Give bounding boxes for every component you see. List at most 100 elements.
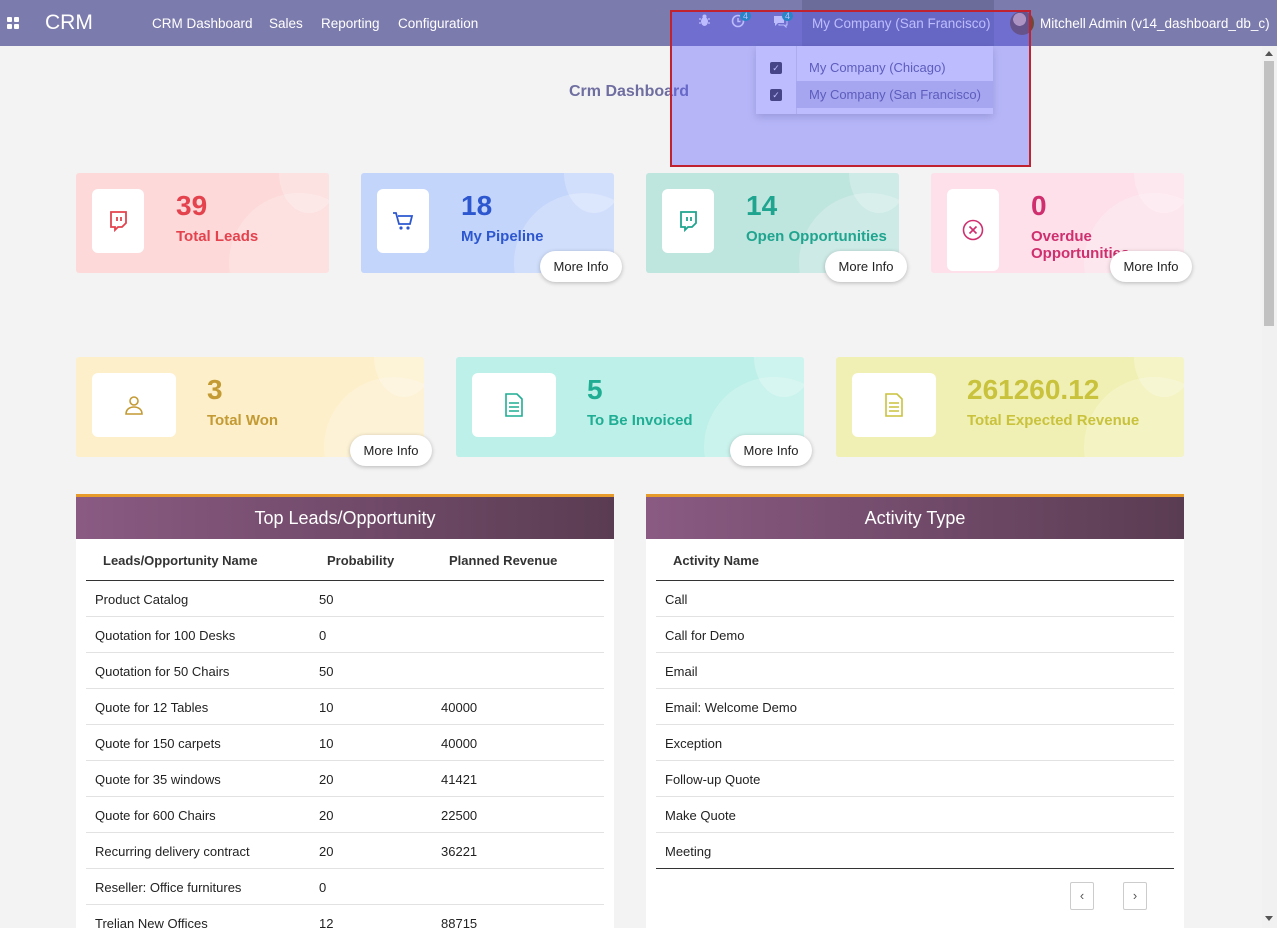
close-circle-icon (947, 189, 999, 271)
debug-bug-icon[interactable] (698, 14, 711, 30)
prev-page-button[interactable]: ‹ (1070, 882, 1094, 910)
table-row[interactable]: Meeting (656, 833, 1174, 869)
table-cell: Email: Welcome Demo (665, 700, 797, 715)
company-dropdown: ✓ My Company (Chicago) ✓ My Company (San… (756, 46, 993, 114)
kpi-value: 18 (461, 190, 493, 221)
table-cell: Quotation for 100 Desks (95, 628, 236, 643)
table-row[interactable]: Reseller: Office furnitures 0 (86, 869, 604, 905)
more-info-button-total-won[interactable]: More Info (350, 435, 432, 466)
table-cell: Call (665, 592, 688, 607)
table-row[interactable]: Call (656, 581, 1174, 617)
kpi-value: 5 (587, 374, 603, 405)
table-row[interactable]: Email (656, 653, 1174, 689)
app-brand[interactable]: CRM (45, 11, 93, 35)
more-info-button-open-opportunities[interactable]: More Info (825, 251, 907, 282)
table-cell: Product Catalog (95, 592, 189, 607)
table-cell: 20 (319, 844, 334, 859)
table-cell: 10 (319, 700, 334, 715)
table-cell: Follow-up Quote (665, 772, 761, 787)
table-header: Activity Name (656, 539, 1174, 581)
panel-title: Activity Type (646, 497, 1184, 539)
table-cell: Quote for 600 Chairs (95, 808, 216, 823)
table-row[interactable]: Email: Welcome Demo (656, 689, 1174, 725)
table-cell: Trelian New Offices (95, 916, 208, 928)
kpi-label: To Be Invoiced (587, 412, 693, 429)
table-cell: Quote for 12 Tables (95, 700, 209, 715)
user-menu[interactable]: Mitchell Admin (v14_dashboard_db_c) (1010, 0, 1270, 46)
table-cell: 0 (319, 628, 327, 643)
page-scrollbar[interactable] (1262, 46, 1277, 928)
twitch-icon (92, 189, 144, 253)
kpi-label: Open Opportunities (746, 228, 887, 245)
twitch-icon (662, 189, 714, 253)
table-row[interactable]: Recurring delivery contract 20 36221 (86, 833, 604, 869)
table-cell: Quote for 35 windows (95, 772, 221, 787)
column-header[interactable]: Probability (327, 553, 394, 568)
menu-sales[interactable]: Sales (269, 16, 303, 31)
activity-type-panel: Activity Type Activity Name Call Call for… (646, 494, 1184, 928)
table-cell: 36221 (441, 844, 478, 859)
column-header[interactable]: Planned Revenue (449, 553, 557, 568)
table-cell: 10 (319, 736, 334, 751)
kpi-value: 261260.12 (967, 374, 1100, 405)
table-row[interactable]: Quote for 35 windows 20 41421 (86, 761, 604, 797)
kpi-card-total-leads[interactable]: 39 Total Leads (76, 173, 329, 273)
table-row[interactable]: Quote for 600 Chairs 20 22500 (86, 797, 604, 833)
table-header: Leads/Opportunity Name Probability Plann… (86, 539, 604, 581)
table-cell: Quote for 150 carpets (95, 736, 221, 751)
user-avatar (1010, 11, 1034, 35)
more-info-button-pipeline[interactable]: More Info (540, 251, 622, 282)
scroll-thumb[interactable] (1264, 61, 1274, 326)
table-cell: 0 (319, 880, 327, 895)
user-icon (92, 373, 176, 437)
table-cell: Quotation for 50 Chairs (95, 664, 230, 679)
table-row[interactable]: Quotation for 50 Chairs 50 (86, 653, 604, 689)
table-cell: Reseller: Office furnitures (95, 880, 242, 895)
top-navbar: CRM CRM Dashboard Sales Reporting Config… (0, 0, 1277, 46)
table-row[interactable]: Product Catalog 50 (86, 581, 604, 617)
messages-count-badge: 4 (782, 11, 794, 21)
company-option-chicago[interactable]: ✓ My Company (Chicago) (756, 54, 993, 81)
table-cell: 50 (319, 664, 334, 679)
kpi-label: Total Expected Revenue (967, 412, 1140, 429)
menu-crm-dashboard[interactable]: CRM Dashboard (152, 16, 253, 31)
kpi-label: Total Leads (176, 228, 259, 245)
table-row[interactable]: Quotation for 100 Desks 0 (86, 617, 604, 653)
scroll-up-arrow-icon[interactable] (1265, 51, 1273, 56)
menu-reporting[interactable]: Reporting (321, 16, 380, 31)
table-cell: Email (665, 664, 698, 679)
table-row[interactable]: Follow-up Quote (656, 761, 1174, 797)
table-row[interactable]: Quote for 150 carpets 10 40000 (86, 725, 604, 761)
table-cell: Make Quote (665, 808, 736, 823)
company-switcher[interactable]: My Company (San Francisco) (802, 0, 994, 46)
table-row[interactable]: Call for Demo (656, 617, 1174, 653)
company-option-san-francisco[interactable]: ✓ My Company (San Francisco) (756, 81, 993, 108)
table-cell: 20 (319, 808, 334, 823)
table-row[interactable]: Quote for 12 Tables 10 40000 (86, 689, 604, 725)
next-page-button[interactable]: › (1123, 882, 1147, 910)
table-cell: 12 (319, 916, 334, 928)
company-option-label: My Company (Chicago) (809, 60, 946, 75)
kpi-card-total-expected-revenue[interactable]: 261260.12 Total Expected Revenue (836, 357, 1184, 457)
checkbox-checked-icon[interactable]: ✓ (770, 62, 782, 74)
scroll-down-arrow-icon[interactable] (1265, 916, 1273, 921)
activity-count-badge: 4 (740, 11, 752, 21)
menu-configuration[interactable]: Configuration (398, 16, 478, 31)
table-cell: 22500 (441, 808, 478, 823)
kpi-value: 0 (1031, 190, 1047, 221)
more-info-button-overdue[interactable]: More Info (1110, 251, 1192, 282)
table-cell: Exception (665, 736, 723, 751)
top-leads-panel: Top Leads/Opportunity Leads/Opportunity … (76, 494, 614, 928)
column-header[interactable]: Leads/Opportunity Name (103, 553, 258, 568)
column-header[interactable]: Activity Name (673, 553, 759, 568)
table-row[interactable]: Trelian New Offices 12 88715 (86, 905, 604, 928)
apps-menu-icon[interactable] (7, 17, 19, 29)
more-info-button-to-be-invoiced[interactable]: More Info (730, 435, 812, 466)
checkbox-checked-icon[interactable]: ✓ (770, 89, 782, 101)
table-row[interactable]: Make Quote (656, 797, 1174, 833)
activity-clock-icon[interactable]: 4 (731, 11, 752, 31)
messages-chat-icon[interactable]: 4 (773, 11, 794, 31)
table-row[interactable]: Exception (656, 725, 1174, 761)
kpi-value: 39 (176, 190, 208, 221)
table-cell: 88715 (441, 916, 478, 928)
